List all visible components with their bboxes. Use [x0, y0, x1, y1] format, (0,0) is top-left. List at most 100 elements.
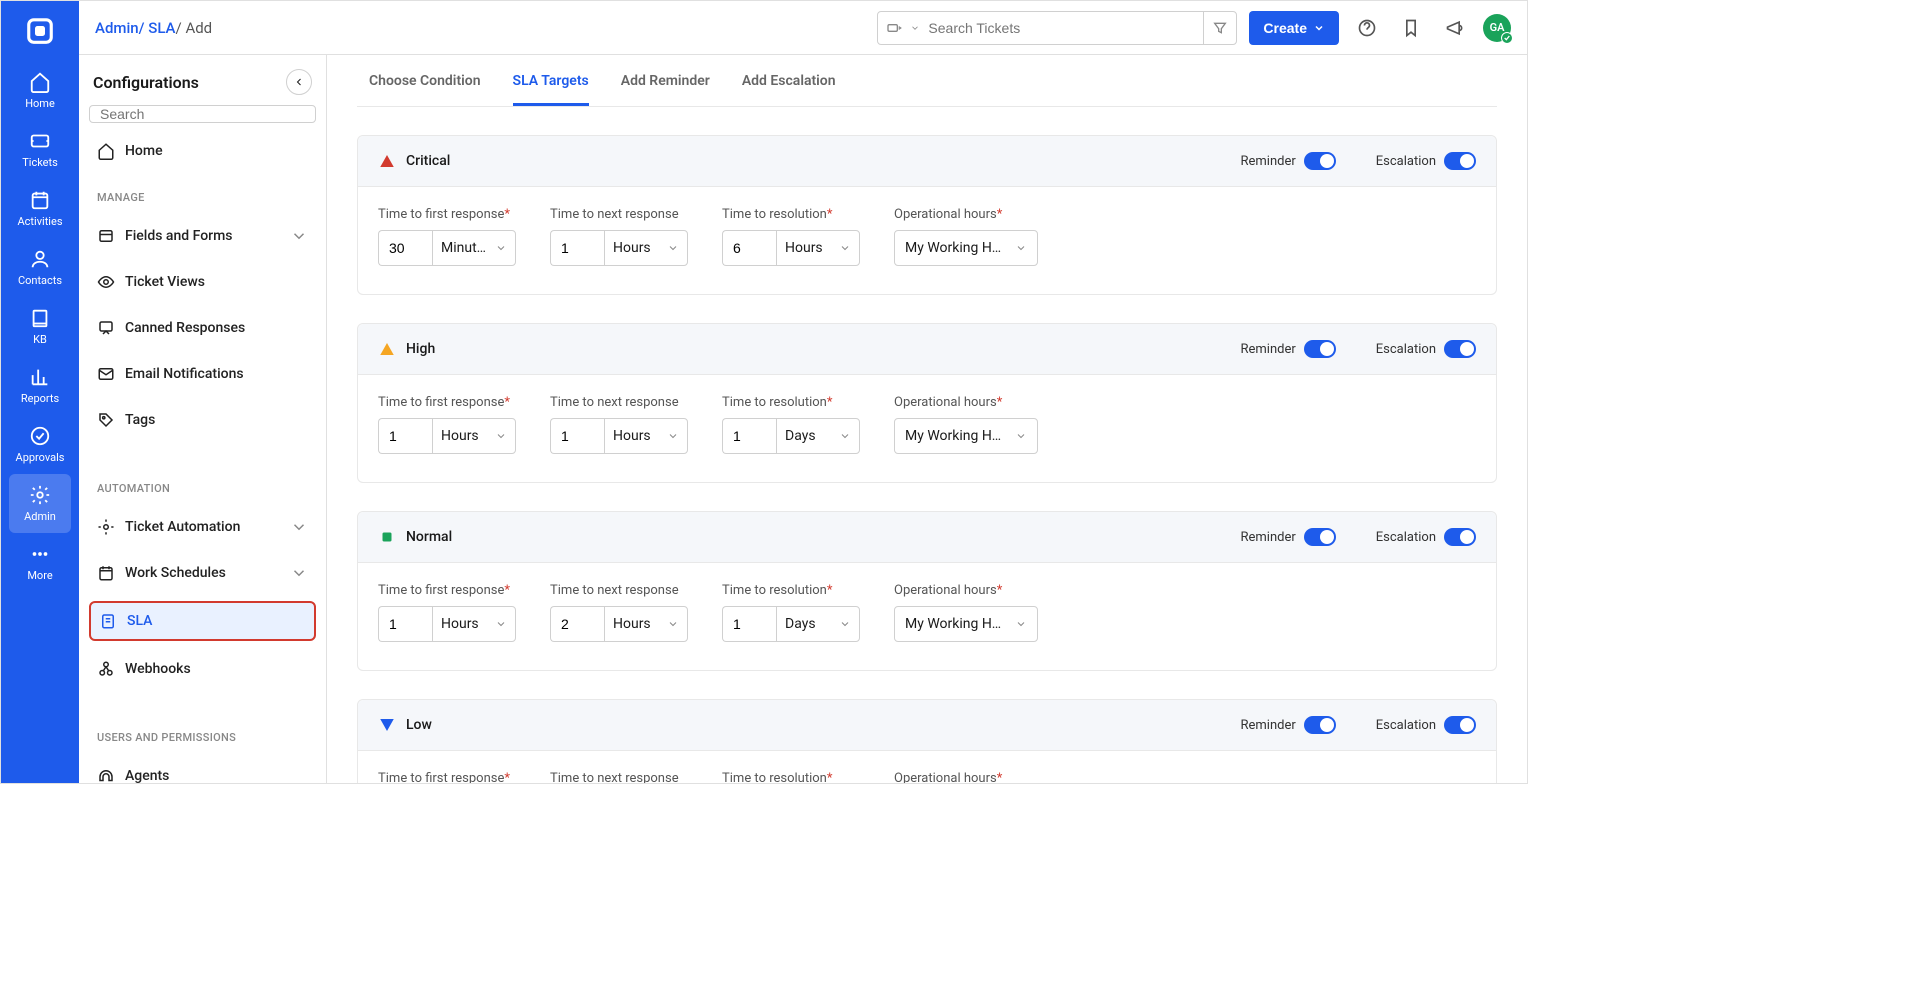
main-column: Admin/ SLA/ Add Create GA Configu	[79, 1, 1527, 783]
tab-sla-targets[interactable]: SLA Targets	[513, 73, 589, 106]
tab-reminder[interactable]: Add Reminder	[621, 73, 710, 106]
nav-reports[interactable]: Reports	[1, 356, 79, 415]
tab-condition[interactable]: Choose Condition	[369, 73, 481, 106]
config-search-input[interactable]	[100, 106, 305, 122]
breadcrumb-admin[interactable]: Admin	[95, 19, 139, 37]
escalation-switch[interactable]	[1444, 152, 1476, 170]
first-response-unit[interactable]: Hours	[432, 606, 516, 642]
reminder-switch[interactable]	[1304, 340, 1336, 358]
sla-header: Critical Reminder Escalation	[358, 136, 1496, 187]
next-response-unit[interactable]: Hours	[604, 606, 688, 642]
cfg-views[interactable]: Ticket Views	[89, 264, 316, 300]
priority-label: Normal	[406, 529, 452, 545]
resolution-label: Time to resolution*	[722, 771, 860, 783]
sla-header: High Reminder Escalation	[358, 324, 1496, 375]
nav-kb-label: KB	[33, 333, 47, 346]
resolution-unit[interactable]: Days	[776, 418, 860, 454]
top-header: Admin/ SLA/ Add Create GA	[79, 1, 1527, 55]
cfg-webhooks[interactable]: Webhooks	[89, 651, 316, 687]
resolution-unit[interactable]: Days	[776, 606, 860, 642]
cfg-email-label: Email Notifications	[125, 366, 244, 382]
help-icon[interactable]	[1351, 12, 1383, 44]
sla-header: Normal Reminder Escalation	[358, 512, 1496, 563]
cfg-agents-label: Agents	[125, 768, 169, 783]
resolution-value[interactable]	[722, 606, 776, 642]
next-response-value[interactable]	[550, 230, 604, 266]
next-response-value[interactable]	[550, 418, 604, 454]
cfg-canned[interactable]: Canned Responses	[89, 310, 316, 346]
cfg-agents[interactable]: Agents	[89, 758, 316, 783]
sla-card-high: High Reminder Escalation Time to first r…	[357, 323, 1497, 483]
config-title: Configurations	[93, 73, 199, 92]
user-avatar[interactable]: GA	[1483, 14, 1511, 42]
chevron-down-icon[interactable]	[910, 23, 920, 33]
cfg-fields[interactable]: Fields and Forms	[89, 218, 316, 254]
bookmark-icon[interactable]	[1395, 12, 1427, 44]
nav-admin[interactable]: Admin	[9, 474, 71, 533]
nav-home[interactable]: Home	[1, 61, 79, 120]
op-hours-label: Operational hours*	[894, 207, 1038, 222]
first-response-value[interactable]	[378, 606, 432, 642]
next-response-unit[interactable]: Hours	[604, 418, 688, 454]
op-hours-select[interactable]: My Working H…	[894, 230, 1038, 266]
search-input[interactable]	[928, 20, 1195, 36]
next-response-unit[interactable]: Hours	[604, 230, 688, 266]
reminder-label: Reminder	[1241, 718, 1296, 733]
reminder-switch[interactable]	[1304, 152, 1336, 170]
cfg-ticket-automation[interactable]: Ticket Automation	[89, 509, 316, 545]
next-response-label: Time to next response	[550, 583, 688, 598]
op-hours-select[interactable]: My Working H…	[894, 418, 1038, 454]
first-response-unit[interactable]: Minut…	[432, 230, 516, 266]
create-button[interactable]: Create	[1249, 11, 1339, 45]
first-response-unit[interactable]: Hours	[432, 418, 516, 454]
nav-approvals-label: Approvals	[16, 451, 65, 464]
resolution-value[interactable]	[722, 418, 776, 454]
section-automation: AUTOMATION	[89, 470, 316, 499]
first-response-label: Time to first response*	[378, 771, 516, 783]
op-hours-label: Operational hours*	[894, 771, 1038, 783]
op-hours-label: Operational hours*	[894, 395, 1038, 410]
resolution-value[interactable]	[722, 230, 776, 266]
nav-approvals[interactable]: Approvals	[1, 415, 79, 474]
cfg-canned-label: Canned Responses	[125, 320, 245, 336]
escalation-switch[interactable]	[1444, 528, 1476, 546]
nav-admin-label: Admin	[24, 510, 56, 523]
breadcrumb-sla[interactable]: SLA	[148, 19, 175, 37]
escalation-switch[interactable]	[1444, 340, 1476, 358]
reminder-switch[interactable]	[1304, 528, 1336, 546]
config-search[interactable]	[89, 105, 316, 123]
ticket-type-icon[interactable]	[886, 20, 902, 36]
content-row: Configurations Home MANAGE Fields and Fo…	[79, 55, 1527, 783]
resolution-unit[interactable]: Hours	[776, 230, 860, 266]
first-response-value[interactable]	[378, 230, 432, 266]
op-hours-select[interactable]: My Working H…	[894, 606, 1038, 642]
escalation-toggle: Escalation	[1376, 528, 1476, 546]
escalation-toggle: Escalation	[1376, 716, 1476, 734]
priority-label: High	[406, 341, 435, 357]
cfg-work-schedules[interactable]: Work Schedules	[89, 555, 316, 591]
cfg-home-label: Home	[125, 143, 163, 159]
sla-header: Low Reminder Escalation	[358, 700, 1496, 751]
collapse-sidebar[interactable]	[286, 69, 312, 95]
first-response-value[interactable]	[378, 418, 432, 454]
reminder-switch[interactable]	[1304, 716, 1336, 734]
tab-escalation[interactable]: Add Escalation	[742, 73, 836, 106]
cfg-tags[interactable]: Tags	[89, 402, 316, 438]
nav-activities[interactable]: Activities	[1, 179, 79, 238]
escalation-switch[interactable]	[1444, 716, 1476, 734]
global-search[interactable]	[877, 11, 1237, 45]
avatar-initials: GA	[1490, 21, 1505, 34]
next-response-value[interactable]	[550, 606, 604, 642]
reminder-toggle: Reminder	[1241, 340, 1336, 358]
sla-card-critical: Critical Reminder Escalation Time to fir…	[357, 135, 1497, 295]
nav-contacts[interactable]: Contacts	[1, 238, 79, 297]
nav-kb[interactable]: KB	[1, 297, 79, 356]
sla-card-normal: Normal Reminder Escalation Time to first…	[357, 511, 1497, 671]
cfg-home[interactable]: Home	[89, 133, 316, 169]
megaphone-icon[interactable]	[1439, 12, 1471, 44]
search-filter[interactable]	[1203, 12, 1228, 44]
cfg-email[interactable]: Email Notifications	[89, 356, 316, 392]
nav-more[interactable]: More	[1, 533, 79, 592]
cfg-sla[interactable]: SLA	[89, 601, 316, 641]
nav-tickets[interactable]: Tickets	[1, 120, 79, 179]
